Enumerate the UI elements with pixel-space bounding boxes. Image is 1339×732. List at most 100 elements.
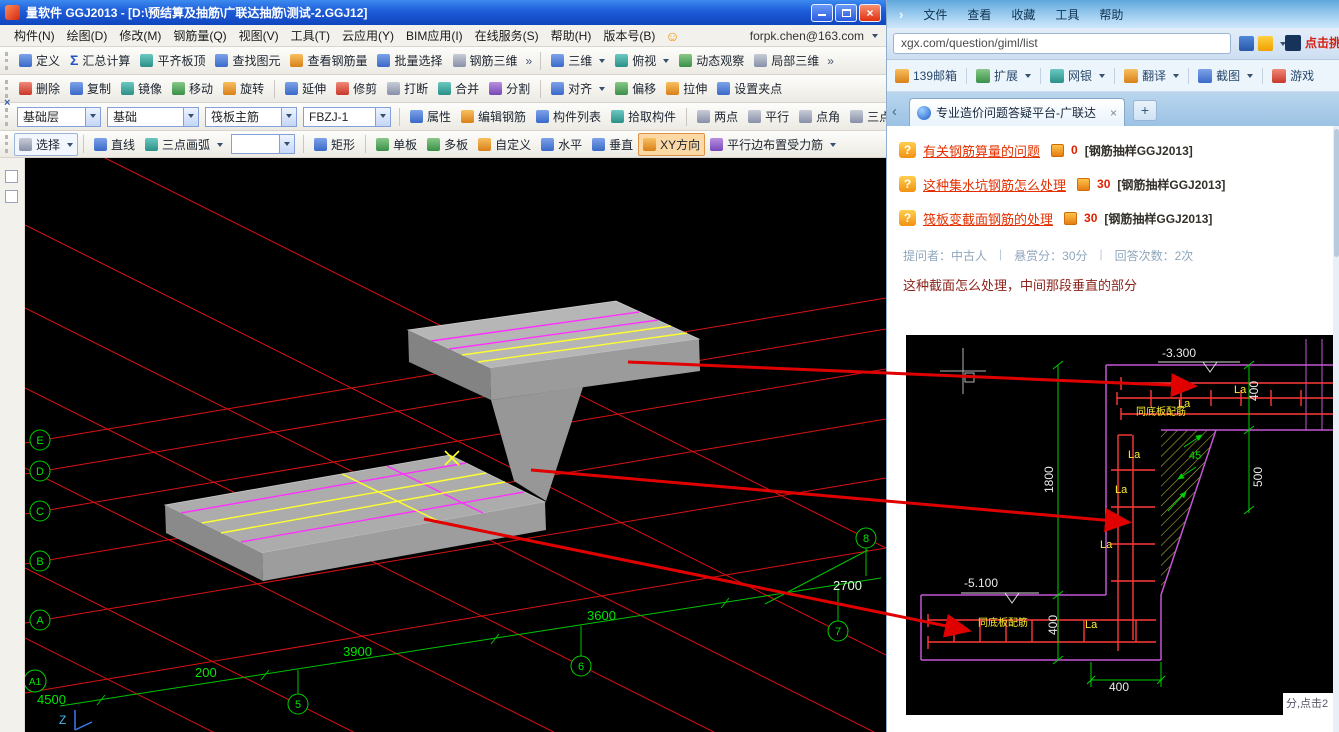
merge-button[interactable]: 合并	[433, 77, 484, 100]
two-point-axis-button[interactable]: 两点	[692, 105, 743, 128]
scrollbar-thumb[interactable]	[1334, 129, 1339, 257]
new-tab-button[interactable]: +	[1133, 100, 1157, 121]
point-angle-axis-button[interactable]: 点角	[794, 105, 845, 128]
element-list-button[interactable]: 构件列表	[531, 105, 606, 128]
combo-button[interactable]	[279, 135, 294, 153]
orbit-button[interactable]: 动态观察	[674, 49, 749, 72]
rotate-button[interactable]: 旋转	[218, 77, 269, 100]
drag-handle[interactable]	[5, 108, 8, 126]
mirror-button[interactable]: 镜像	[116, 77, 167, 100]
combo-button[interactable]	[183, 108, 198, 126]
three-point-arc-button[interactable]: 三点画弧	[140, 133, 228, 156]
apps-grid-icon[interactable]	[1239, 36, 1254, 51]
trim-button[interactable]: 修剪	[331, 77, 382, 100]
question-link[interactable]: 这种集水坑钢筋怎么处理	[923, 175, 1066, 194]
viewport-3d[interactable]: E D C B A A1 5 6 7 8 4500 200 3900 3600 …	[25, 158, 886, 732]
browser-menu-view[interactable]: 查看	[967, 6, 991, 23]
combo-button[interactable]	[85, 108, 100, 126]
combo-button[interactable]	[375, 108, 390, 126]
menu-component[interactable]: 构件(N)	[8, 25, 61, 46]
menu-bim[interactable]: BIM应用(I)	[400, 25, 469, 46]
browser-menu-favorites[interactable]: 收藏	[1011, 6, 1035, 23]
properties-button[interactable]: 属性	[405, 105, 456, 128]
menu-modify[interactable]: 修改(M)	[113, 25, 167, 46]
align-button[interactable]: 对齐	[546, 77, 610, 100]
panel-icon[interactable]	[5, 170, 18, 183]
menu-tools[interactable]: 工具(T)	[285, 25, 336, 46]
break-button[interactable]: 打断	[382, 77, 433, 100]
menu-draw[interactable]: 绘图(D)	[61, 25, 114, 46]
view-3d-button[interactable]: 三维	[546, 49, 610, 72]
arc-value-combo[interactable]	[231, 134, 295, 154]
close-button[interactable]: ×	[859, 4, 881, 22]
lightning-icon[interactable]	[1258, 36, 1273, 51]
restore-button[interactable]	[835, 4, 857, 22]
delete-button[interactable]: 删除	[14, 77, 65, 100]
toolbar-overflow-icon[interactable]: »	[824, 54, 837, 68]
element-name-combo[interactable]: FBZJ-1	[303, 107, 391, 127]
edit-rebar-button[interactable]: 编辑钢筋	[456, 105, 531, 128]
question-link[interactable]: 有关钢筋算量的问题	[923, 141, 1040, 160]
horizontal-button[interactable]: 水平	[536, 133, 587, 156]
top-view-button[interactable]: 俯视	[610, 49, 674, 72]
bookmark-ebank[interactable]: 网银	[1050, 67, 1105, 84]
menu-help[interactable]: 帮助(H)	[545, 25, 598, 46]
browser-menu-tools[interactable]: 工具	[1055, 6, 1079, 23]
menu-version[interactable]: 版本号(B)	[597, 25, 661, 46]
bookmark-screenshot[interactable]: 截图	[1198, 67, 1253, 84]
three-point-aux-axis-button[interactable]: 三点辅轴	[845, 105, 886, 128]
rectangle-tool-button[interactable]: 矩形	[309, 133, 360, 156]
split-button[interactable]: 分割	[484, 77, 535, 100]
extend-button[interactable]: 延伸	[280, 77, 331, 100]
align-slab-top-button[interactable]: 平齐板顶	[135, 49, 210, 72]
multi-slab-button[interactable]: 多板	[422, 133, 473, 156]
skin-link[interactable]: 点击挑	[1285, 34, 1339, 51]
panel-icon[interactable]	[5, 190, 18, 203]
line-tool-button[interactable]: 直线	[89, 133, 140, 156]
view-rebar-amount-button[interactable]: 查看钢筋量	[285, 49, 372, 72]
drag-handle[interactable]	[5, 52, 8, 70]
dock-close-icon[interactable]: ×	[4, 97, 10, 109]
set-grips-button[interactable]: 设置夹点	[712, 77, 787, 100]
select-tool-button[interactable]: 选择	[14, 133, 78, 156]
menu-view[interactable]: 视图(V)	[233, 25, 285, 46]
browser-menu-help[interactable]: 帮助	[1099, 6, 1123, 23]
single-slab-button[interactable]: 单板	[371, 133, 422, 156]
address-input[interactable]: xgx.com/question/giml/list	[893, 33, 1231, 54]
toolbar-overflow-icon[interactable]: »	[523, 54, 536, 68]
account-dropdown[interactable]: forpk.chen@163.com	[750, 29, 878, 43]
bookmark-games[interactable]: 游戏	[1272, 67, 1314, 84]
menu-cloud[interactable]: 云应用(Y)	[336, 25, 400, 46]
bookmark-translate[interactable]: 翻译	[1124, 67, 1179, 84]
combo-button[interactable]	[281, 108, 296, 126]
xy-direction-button[interactable]: XY方向	[638, 133, 705, 156]
bookmark-extensions[interactable]: 扩展	[976, 67, 1031, 84]
viewport-canvas[interactable]: E D C B A A1 5 6 7 8 4500 200 3900 3600 …	[25, 158, 886, 732]
drag-handle[interactable]	[5, 135, 8, 153]
rebar-3d-button[interactable]: 钢筋三维	[448, 49, 523, 72]
title-bar[interactable]: 量软件 GGJ2013 - [D:\预结算及抽筋\广联达抽筋\测试-2.GGJ1…	[0, 0, 886, 25]
menu-online-service[interactable]: 在线服务(S)	[469, 25, 545, 46]
scrollbar[interactable]	[1333, 126, 1339, 732]
pick-element-button[interactable]: 拾取构件	[606, 105, 681, 128]
category-combo[interactable]: 基础	[107, 107, 199, 127]
custom-button[interactable]: 自定义	[473, 133, 536, 156]
summary-calc-button[interactable]: Σ汇总计算	[65, 49, 135, 72]
batch-select-button[interactable]: 批量选择	[372, 49, 447, 72]
floor-combo[interactable]: 基础层	[17, 107, 101, 127]
move-button[interactable]: 移动	[167, 77, 218, 100]
smiley-icon[interactable]: ☺	[661, 28, 683, 44]
bookmark-139-mail[interactable]: 139邮箱	[895, 67, 957, 84]
browser-menu-file[interactable]: 文件	[923, 6, 947, 23]
menu-rebar-qty[interactable]: 钢筋量(Q)	[167, 25, 232, 46]
rebar-type-combo[interactable]: 筏板主筋	[205, 107, 297, 127]
drag-handle[interactable]	[5, 80, 8, 98]
offset-button[interactable]: 偏移	[610, 77, 661, 100]
minimize-button[interactable]	[811, 4, 833, 22]
question-link[interactable]: 筏板变截面钢筋的处理	[923, 209, 1053, 228]
section-drawing-image[interactable]: -3.300 -5.100 400 500 1800 400 400 45 La…	[906, 335, 1333, 715]
copy-button[interactable]: 复制	[65, 77, 116, 100]
tab-qa-platform[interactable]: 专业造价问题答疑平台-广联达 ×	[909, 98, 1125, 126]
parallel-edge-rebar-button[interactable]: 平行边布置受力筋	[705, 133, 841, 156]
parallel-axis-button[interactable]: 平行	[743, 105, 794, 128]
